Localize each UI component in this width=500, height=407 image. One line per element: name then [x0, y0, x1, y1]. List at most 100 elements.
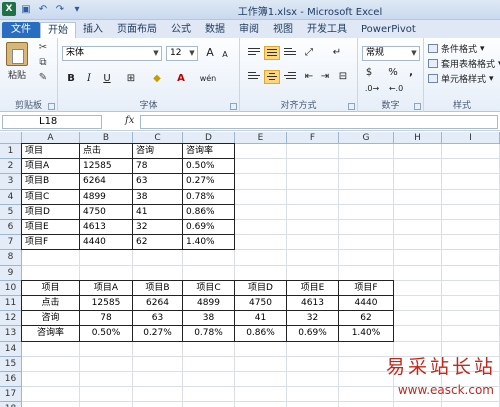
merge-center-icon[interactable]: ⊟ [336, 70, 350, 84]
orientation-icon[interactable]: ⤢ [302, 46, 316, 60]
grid-cell[interactable] [394, 265, 442, 281]
grid-cell[interactable] [183, 250, 235, 266]
bold-button[interactable]: B [64, 72, 78, 86]
table-cell[interactable]: 项目D [234, 279, 287, 296]
table-cell[interactable]: 41 [132, 203, 183, 220]
row-header[interactable]: 5 [0, 204, 22, 220]
grid-cell[interactable] [235, 189, 287, 205]
number-launcher-icon[interactable] [414, 103, 421, 110]
align-bottom-button[interactable] [282, 46, 298, 60]
row-header[interactable]: 6 [0, 220, 22, 236]
table-cell[interactable]: 项目F [338, 279, 394, 296]
tab-3[interactable]: 页面布局 [110, 22, 164, 38]
format-as-table-button[interactable]: 套用表格格式▾ [428, 57, 500, 70]
grid-cell[interactable] [287, 174, 339, 190]
table-cell[interactable]: 32 [286, 310, 339, 327]
grid-cell[interactable] [339, 174, 394, 190]
align-right-button[interactable] [282, 70, 298, 84]
row-header[interactable]: 7 [0, 235, 22, 251]
table-cell[interactable]: 0.27% [182, 173, 235, 190]
column-header[interactable]: E [235, 132, 287, 144]
grid-cell[interactable] [442, 174, 500, 190]
table-cell[interactable]: 咨询 [21, 310, 80, 327]
grid-cell[interactable] [394, 280, 442, 296]
grid-cell[interactable] [339, 220, 394, 236]
tab-1[interactable]: 开始 [40, 22, 76, 38]
grid-cell[interactable] [442, 311, 500, 327]
cut-icon[interactable]: ✂ [36, 42, 50, 54]
table-cell[interactable]: 0.69% [286, 325, 339, 342]
table-cell[interactable]: 4750 [234, 295, 287, 312]
number-format-select[interactable]: 常规 ▼ [362, 46, 420, 61]
fill-color-icon[interactable]: ◆ [150, 72, 164, 86]
table-cell[interactable]: 78 [79, 310, 133, 327]
grid-cell[interactable] [235, 204, 287, 220]
table-cell[interactable]: 点击 [79, 143, 133, 160]
table-cell[interactable]: 项目E [21, 219, 80, 236]
table-cell[interactable]: 咨询率 [21, 325, 80, 342]
table-cell[interactable]: 38 [132, 188, 183, 205]
grid-cell[interactable] [339, 235, 394, 251]
grid-cell[interactable] [183, 341, 235, 357]
grid-cell[interactable] [394, 402, 442, 407]
cell-styles-button[interactable]: 单元格样式 ▾ [428, 72, 494, 85]
table-cell[interactable]: 4899 [182, 295, 235, 312]
grid-cell[interactable] [442, 235, 500, 251]
grid-cell[interactable] [235, 174, 287, 190]
insert-function-button[interactable]: fx [125, 115, 134, 126]
row-header[interactable]: 15 [0, 356, 22, 372]
table-cell[interactable]: 0.50% [79, 325, 133, 342]
tab-9[interactable]: PowerPivot [354, 22, 423, 38]
row-header[interactable]: 14 [0, 341, 22, 357]
table-cell[interactable]: 4440 [79, 234, 133, 251]
grid-cell[interactable] [339, 387, 394, 403]
grid-cell[interactable] [287, 387, 339, 403]
grid-cell[interactable] [80, 356, 133, 372]
grid-cell[interactable] [287, 220, 339, 236]
grid-cell[interactable] [394, 250, 442, 266]
grid-cell[interactable] [235, 341, 287, 357]
underline-button[interactable]: U [100, 72, 114, 86]
grid-cell[interactable] [133, 250, 183, 266]
table-cell[interactable]: 项目F [21, 234, 80, 251]
grid-cell[interactable] [235, 387, 287, 403]
grid-cell[interactable] [287, 265, 339, 281]
grid-cell[interactable] [22, 387, 80, 403]
grid-cell[interactable] [80, 372, 133, 388]
column-header[interactable]: H [394, 132, 442, 144]
grid-cell[interactable] [287, 402, 339, 407]
table-cell[interactable]: 32 [132, 219, 183, 236]
row-header[interactable]: 3 [0, 174, 22, 190]
table-cell[interactable]: 0.86% [182, 203, 235, 220]
table-cell[interactable]: 0.50% [182, 158, 235, 175]
grid-cell[interactable] [287, 341, 339, 357]
grid-cell[interactable] [235, 356, 287, 372]
row-header[interactable]: 16 [0, 372, 22, 388]
phonetic-button[interactable]: wén [196, 72, 220, 86]
table-cell[interactable]: 项目B [132, 279, 183, 296]
grid-cell[interactable] [442, 265, 500, 281]
table-cell[interactable]: 4750 [79, 203, 133, 220]
grid-cell[interactable] [394, 144, 442, 160]
grid-cell[interactable] [394, 235, 442, 251]
wrap-text-icon[interactable]: ↵ [330, 46, 344, 60]
grid-cell[interactable] [339, 144, 394, 160]
formula-input[interactable] [140, 115, 498, 129]
grid-cell[interactable] [442, 326, 500, 342]
table-cell[interactable]: 项目C [21, 188, 80, 205]
table-cell[interactable]: 点击 [21, 295, 80, 312]
grid-cell[interactable] [133, 372, 183, 388]
copy-icon[interactable]: ⧉ [36, 57, 50, 69]
grid-cell[interactable] [339, 189, 394, 205]
grid-cell[interactable] [442, 220, 500, 236]
table-cell[interactable]: 62 [132, 234, 183, 251]
table-cell[interactable]: 4613 [79, 219, 133, 236]
grid-cell[interactable] [442, 204, 500, 220]
font-name-select[interactable]: 宋体 ▼ [62, 46, 162, 61]
currency-icon[interactable]: $ [362, 66, 376, 80]
tab-0[interactable]: 文件 [2, 22, 40, 38]
format-painter-icon[interactable]: ✎ [36, 72, 50, 84]
grid-cell[interactable] [133, 387, 183, 403]
grid-cell[interactable] [80, 341, 133, 357]
table-cell[interactable]: 项目E [286, 279, 339, 296]
